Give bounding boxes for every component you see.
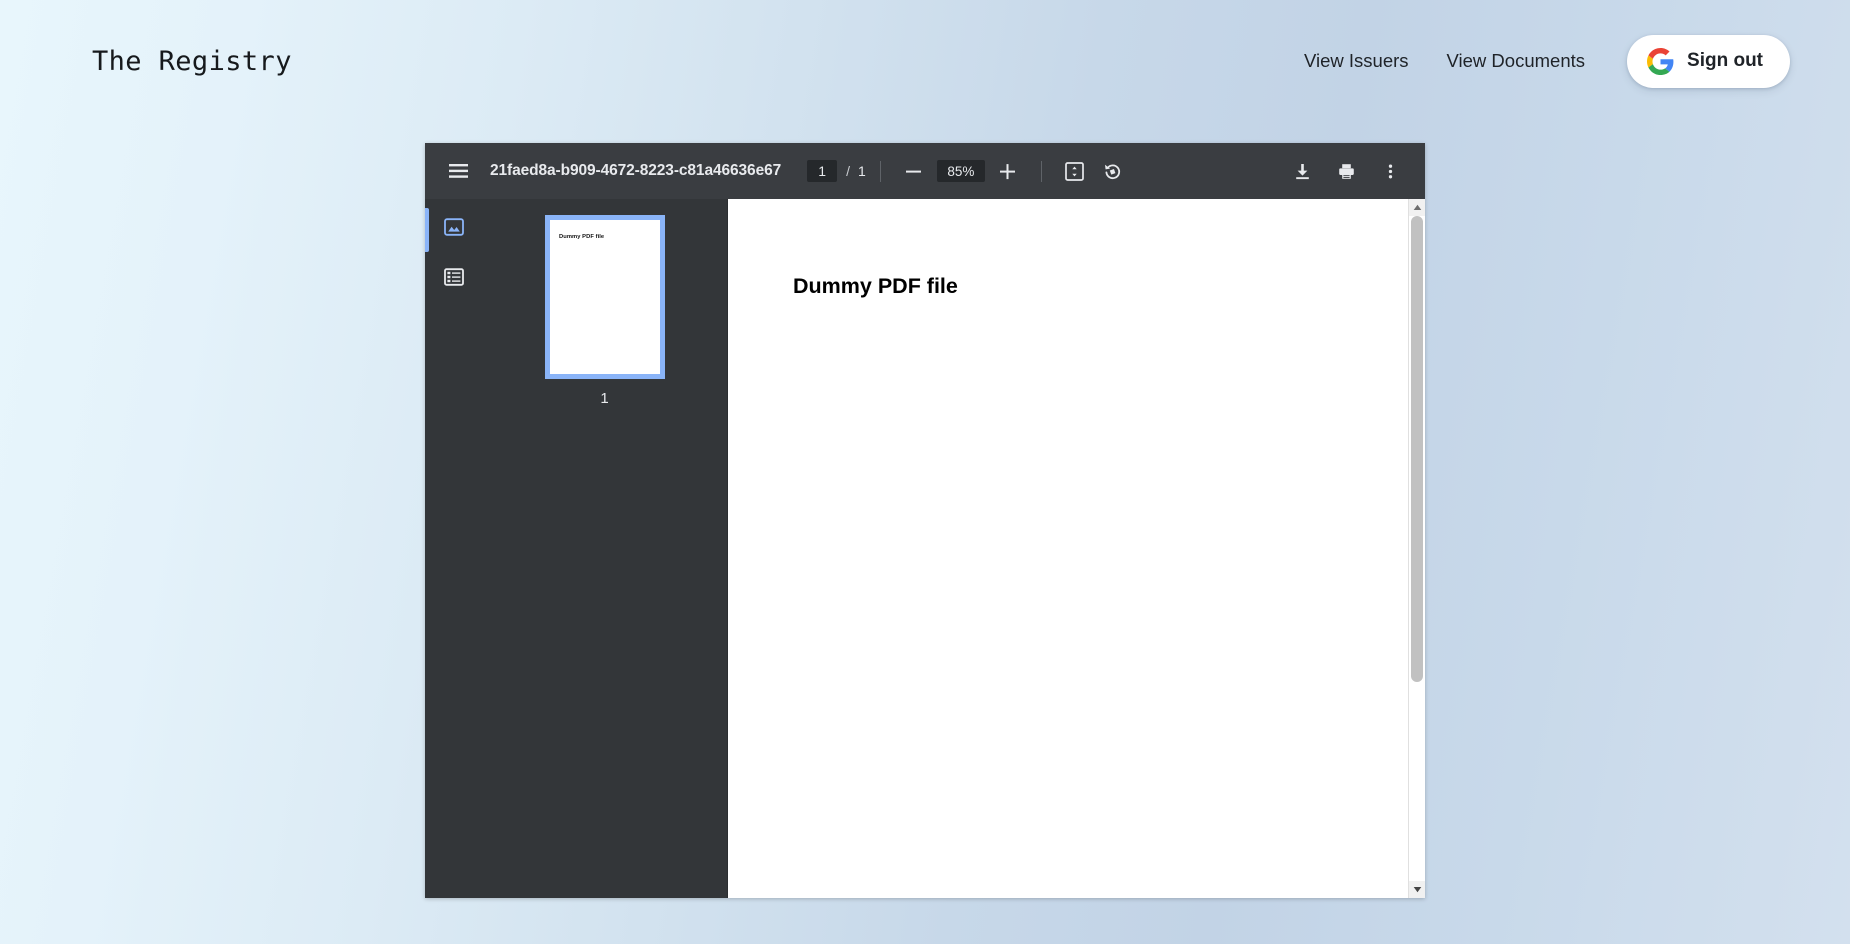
nav-view-issuers[interactable]: View Issuers: [1292, 44, 1421, 78]
rotate-counterclockwise-icon[interactable]: [1094, 152, 1132, 190]
thumbnail-page-label: 1: [600, 390, 609, 407]
vertical-scrollbar[interactable]: [1408, 199, 1425, 898]
scroll-up-arrow-icon[interactable]: [1409, 199, 1425, 216]
hamburger-menu-icon[interactable]: [439, 152, 477, 190]
zoom-controls: 85%: [895, 152, 1027, 190]
sign-out-label: Sign out: [1687, 50, 1763, 71]
pdf-toolbar: 21faed8a-b909-4672-8223-c81a46636e67 / 1…: [425, 143, 1425, 199]
pdf-page-1: Dummy PDF file: [728, 199, 1425, 898]
page-thumbnail-1[interactable]: Dummy PDF file: [544, 215, 665, 379]
toolbar-divider-1: [879, 160, 881, 182]
scrollbar-track[interactable]: [1409, 216, 1425, 881]
pdf-body: Dummy PDF file 1 Dummy PDF file: [425, 199, 1425, 898]
page-title: The Registry: [92, 45, 292, 77]
pdf-filename: 21faed8a-b909-4672-8223-c81a46636e67: [490, 162, 782, 179]
scroll-down-arrow-icon[interactable]: [1409, 881, 1425, 898]
pdf-sidebar: Dummy PDF file 1: [425, 199, 728, 898]
page-separator: /: [846, 163, 851, 179]
page-controls: / 1: [807, 160, 866, 182]
pdf-viewer: 21faed8a-b909-4672-8223-c81a46636e67 / 1…: [425, 143, 1425, 898]
zoom-level-value[interactable]: 85%: [936, 160, 985, 182]
pdf-page-heading: Dummy PDF file: [793, 274, 958, 298]
pdf-page-area: Dummy PDF file: [728, 199, 1425, 898]
outline-view-icon[interactable]: [438, 261, 470, 293]
toolbar-divider-2: [1040, 160, 1042, 182]
sidebar-tab-strip: [425, 199, 482, 898]
page-number-input[interactable]: [807, 160, 838, 182]
header-navigation: View Issuers View Documents Sign out: [1292, 34, 1790, 88]
app-header: The Registry View Issuers View Documents…: [0, 0, 1850, 122]
nav-view-documents[interactable]: View Documents: [1435, 44, 1597, 78]
active-tab-indicator: [425, 208, 429, 252]
download-icon[interactable]: [1283, 152, 1321, 190]
thumbnail-panel: Dummy PDF file 1: [482, 199, 727, 898]
sign-out-button[interactable]: Sign out: [1627, 34, 1790, 88]
thumbnail-preview-text: Dummy PDF file: [558, 233, 604, 240]
google-g-icon: [1647, 47, 1674, 75]
print-icon[interactable]: [1327, 152, 1365, 190]
fit-to-page-icon[interactable]: [1056, 152, 1094, 190]
zoom-in-icon[interactable]: [989, 152, 1027, 190]
scrollbar-thumb[interactable]: [1411, 216, 1423, 682]
more-vertical-icon[interactable]: [1371, 152, 1409, 190]
zoom-out-icon[interactable]: [895, 152, 933, 190]
thumbnail-view-icon[interactable]: [438, 211, 470, 243]
toolbar-right-actions: [1283, 152, 1409, 190]
page-total-count: 1: [858, 163, 866, 179]
